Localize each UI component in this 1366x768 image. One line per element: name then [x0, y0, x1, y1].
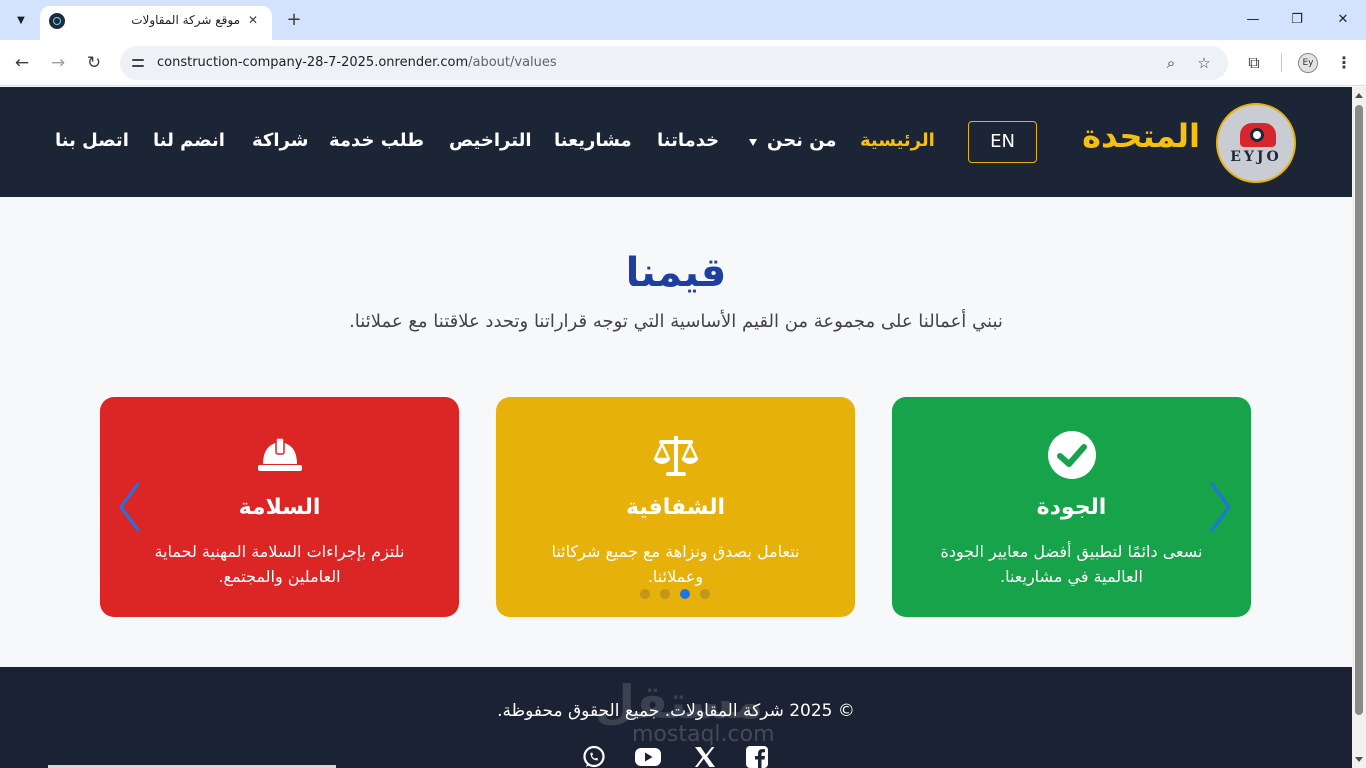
card-title: الجودة [1036, 495, 1107, 520]
back-arrow-icon[interactable]: ← [8, 49, 36, 77]
site-header: EYJO المتحدة EN الرئيسية من نحن خدماتنا … [0, 87, 1352, 197]
url-text[interactable]: construction-company-28-7-2025.onrender.… [157, 55, 557, 70]
card-text: نتعامل بصدق ونزاهة مع جميع شركائنا وعملا… [551, 542, 800, 586]
browser-tab-bar: ▼ موقع شركة المقاولات ✕ + — ❐ ✕ [0, 0, 1366, 40]
tab-title: موقع شركة المقاولات [131, 13, 240, 27]
site-info-icon[interactable] [130, 55, 146, 71]
nav-services[interactable]: خدماتنا [657, 130, 719, 151]
whatsapp-icon[interactable] [582, 745, 606, 768]
address-bar[interactable]: construction-company-28-7-2025.onrender.… [120, 46, 1228, 80]
carousel-dot-active[interactable] [680, 589, 690, 599]
section-subtitle: نبني أعمالنا على مجموعة من القيم الأساسي… [349, 311, 1003, 332]
page-viewport: EYJO المتحدة EN الرئيسية من نحن خدماتنا … [0, 87, 1352, 768]
scroll-up-arrow-icon[interactable] [1355, 93, 1363, 98]
logo-mark-icon [1240, 123, 1276, 147]
youtube-icon[interactable] [634, 745, 662, 768]
browser-menu-icon[interactable]: ⋮ [1332, 51, 1356, 75]
carousel-dot[interactable] [700, 589, 710, 599]
carousel-next-arrow-icon[interactable] [1210, 482, 1232, 532]
section-title: قيمنا [625, 250, 727, 296]
toolbar-divider [1281, 54, 1282, 72]
profile-avatar[interactable]: Ey [1298, 53, 1318, 73]
value-card-transparency: الشفافية نتعامل بصدق ونزاهة مع جميع شركا… [496, 397, 855, 617]
value-card-quality: الجودة نسعى دائمًا لتطبيق أفضل معايير ال… [892, 397, 1251, 617]
logo-text: EYJO [1230, 149, 1282, 165]
nav-contact-us[interactable]: اتصل بنا [55, 130, 129, 151]
forward-arrow-icon[interactable]: → [44, 49, 72, 77]
nav-licenses[interactable]: التراخيص [449, 130, 532, 151]
watermark-url: mostaql.com [632, 722, 775, 747]
bookmark-star-icon[interactable]: ☆ [1195, 54, 1213, 72]
carousel-dot[interactable] [660, 589, 670, 599]
page-scrollbar[interactable] [1352, 87, 1366, 768]
scales-icon [653, 436, 699, 476]
new-tab-button[interactable]: + [282, 8, 306, 32]
browser-tab[interactable]: موقع شركة المقاولات ✕ [40, 6, 272, 40]
card-title: السلامة [238, 495, 321, 520]
nav-home[interactable]: الرئيسية [860, 130, 935, 151]
check-circle-icon [1048, 431, 1096, 479]
nav-projects[interactable]: مشاريعنا [554, 130, 632, 151]
card-text: نسعى دائمًا لتطبيق أفضل معايير الجودة ال… [940, 542, 1203, 586]
scrollbar-thumb[interactable] [1355, 105, 1363, 715]
reload-icon[interactable]: ↻ [80, 49, 108, 77]
nav-about[interactable]: من نحن [767, 130, 837, 151]
extensions-icon[interactable]: ⧉ [1242, 51, 1266, 75]
value-card-safety: السلامة نلتزم بإجراءات السلامة المهنية ل… [100, 397, 459, 617]
browser-toolbar: ← → ↻ construction-company-28-7-2025.onr… [0, 40, 1366, 86]
company-logo[interactable]: EYJO [1216, 103, 1296, 183]
zoom-icon[interactable]: ⌕ [1162, 54, 1180, 72]
carousel-dot[interactable] [640, 589, 650, 599]
nav-service-request[interactable]: طلب خدمة [329, 130, 424, 151]
card-text: نلتزم بإجراءات السلامة المهنية لحماية ال… [154, 542, 405, 586]
restore-button[interactable]: ❐ [1274, 6, 1320, 34]
brand-name[interactable]: المتحدة [1074, 117, 1200, 155]
x-icon[interactable] [693, 745, 717, 768]
about-dropdown-caret-icon[interactable] [749, 139, 757, 146]
nav-partnership[interactable]: شراكة [252, 130, 308, 151]
close-window-button[interactable]: ✕ [1320, 6, 1366, 34]
facebook-icon[interactable] [745, 745, 769, 768]
card-title: الشفافية [625, 495, 725, 520]
watermark-logo: مستقل [595, 675, 764, 729]
carousel-prev-arrow-icon[interactable] [118, 482, 140, 532]
nav-join-us[interactable]: انضم لنا [153, 130, 225, 151]
scroll-down-arrow-icon[interactable] [1355, 757, 1363, 762]
hard-hat-icon [258, 437, 302, 471]
tab-search-chevron-icon[interactable]: ▼ [9, 8, 33, 32]
react-favicon-icon [49, 13, 65, 29]
minimize-button[interactable]: — [1230, 6, 1276, 34]
language-toggle-button[interactable]: EN [968, 121, 1037, 163]
tab-close-icon[interactable]: ✕ [244, 11, 262, 29]
